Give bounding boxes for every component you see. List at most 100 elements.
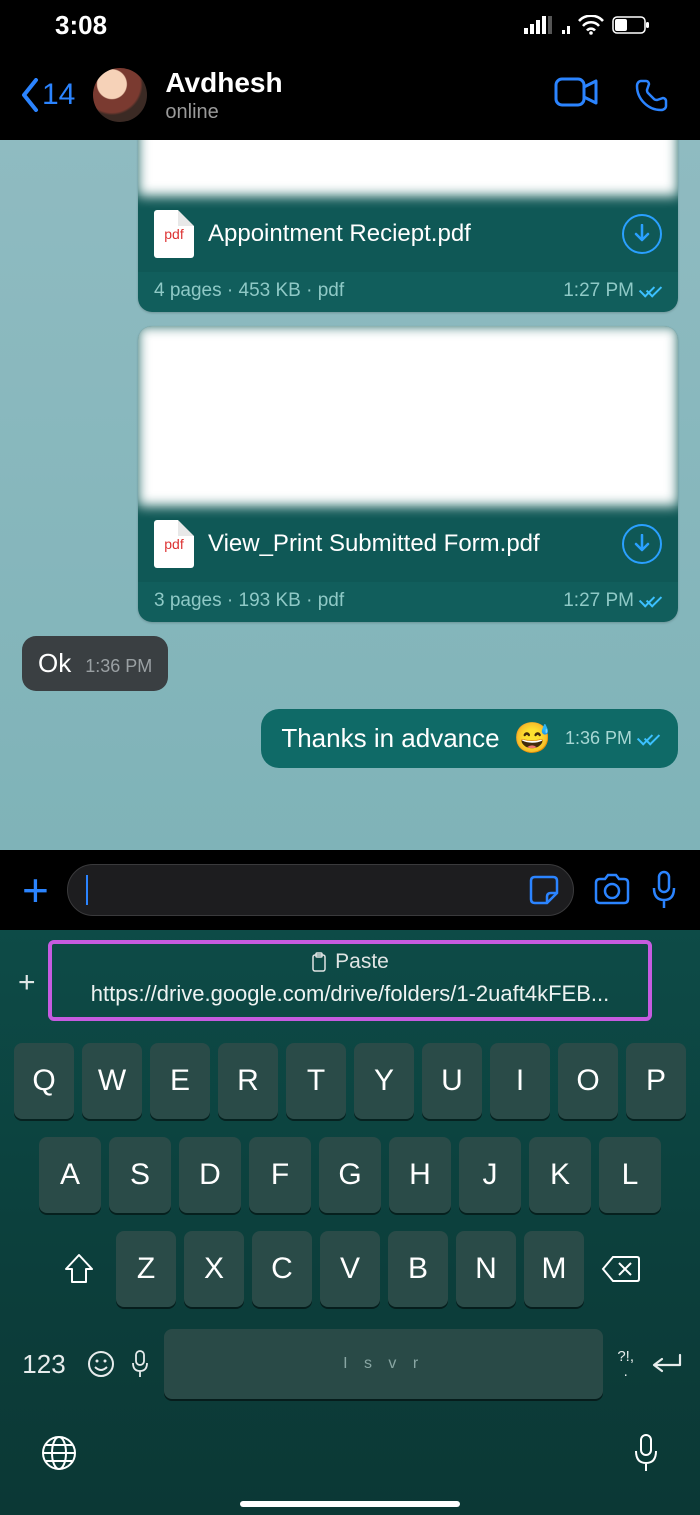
cellular-bars-icon: [524, 16, 554, 34]
download-button[interactable]: [622, 214, 662, 254]
punctuation-key[interactable]: ?!, .: [617, 1349, 634, 1379]
pdf-icon: pdf: [154, 520, 194, 568]
message-time: 1:27 PM: [563, 280, 634, 302]
document-preview: [138, 326, 678, 506]
key-b[interactable]: B: [388, 1231, 448, 1307]
sticker-button[interactable]: [527, 873, 561, 907]
clipboard-icon: [311, 952, 327, 972]
status-time: 3:08: [55, 10, 107, 41]
key-l[interactable]: L: [599, 1137, 661, 1213]
key-z[interactable]: Z: [116, 1231, 176, 1307]
dictation-key[interactable]: [130, 1349, 150, 1379]
key-x[interactable]: X: [184, 1231, 244, 1307]
emoji: 😅: [514, 721, 551, 756]
mic-small-icon: [130, 1349, 150, 1379]
document-preview: [138, 140, 678, 196]
key-o[interactable]: O: [558, 1043, 618, 1119]
back-button[interactable]: 14: [20, 78, 75, 112]
key-k[interactable]: K: [529, 1137, 591, 1213]
emoji-key[interactable]: [86, 1349, 116, 1379]
shift-key[interactable]: [50, 1231, 108, 1307]
numbers-key[interactable]: 123: [16, 1349, 72, 1380]
message-text: Thanks in advance: [281, 723, 499, 754]
message-time: 1:36 PM: [85, 656, 152, 677]
key-f[interactable]: F: [249, 1137, 311, 1213]
outgoing-message[interactable]: Thanks in advance 😅 1:36 PM: [261, 709, 678, 768]
chat-header: 14 Avdhesh online: [0, 50, 700, 140]
document-message[interactable]: pdf View_Print Submitted Form.pdf 3 page…: [138, 326, 678, 622]
key-n[interactable]: N: [456, 1231, 516, 1307]
globe-key[interactable]: [40, 1433, 78, 1473]
document-filename: View_Print Submitted Form.pdf: [208, 529, 608, 559]
video-call-icon[interactable]: [554, 77, 598, 107]
camera-button[interactable]: [592, 873, 632, 907]
paste-url: https://drive.google.com/drive/folders/1…: [60, 981, 640, 1007]
space-key[interactable]: I s v r: [164, 1329, 603, 1399]
globe-icon: [40, 1434, 78, 1472]
paste-suggestion[interactable]: Paste https://drive.google.com/drive/fol…: [48, 940, 652, 1021]
message-time: 1:36 PM: [565, 728, 632, 749]
key-q[interactable]: Q: [14, 1043, 74, 1119]
message-input[interactable]: [67, 864, 574, 916]
return-icon: [648, 1351, 684, 1377]
key-i[interactable]: I: [490, 1043, 550, 1119]
keyboard-row-sys: [40, 1433, 660, 1473]
mic-system-icon: [632, 1433, 660, 1473]
attach-button[interactable]: +: [22, 863, 49, 917]
microphone-icon: [650, 870, 678, 910]
keyboard-row-1: Q W E R T Y U I O P: [10, 1043, 690, 1119]
download-arrow-icon: [633, 534, 651, 554]
keyboard-row-2: A S D F G H J K L: [10, 1137, 690, 1213]
status-icons: [524, 15, 650, 35]
keyboard-plus-button[interactable]: +: [18, 966, 36, 1000]
phone-call-icon[interactable]: [634, 77, 670, 113]
text-cursor: [86, 875, 88, 905]
contact-status: online: [165, 101, 554, 124]
backspace-icon: [601, 1254, 641, 1284]
incoming-message[interactable]: Ok 1:36 PM: [22, 636, 168, 691]
return-key[interactable]: [648, 1351, 684, 1377]
document-meta: 4 pages · 453 KB · pdf 1:27 PM: [138, 272, 678, 312]
key-y[interactable]: Y: [354, 1043, 414, 1119]
key-t[interactable]: T: [286, 1043, 346, 1119]
key-j[interactable]: J: [459, 1137, 521, 1213]
avatar[interactable]: [93, 68, 147, 122]
keyboard-row-3: Z X C V B N M: [10, 1231, 690, 1307]
document-message[interactable]: pdf Appointment Reciept.pdf 4 pages · 45…: [138, 140, 678, 312]
contact-info[interactable]: Avdhesh online: [165, 67, 554, 124]
chat-area[interactable]: pdf Appointment Reciept.pdf 4 pages · 45…: [0, 140, 700, 850]
read-ticks-icon: [640, 594, 662, 608]
key-g[interactable]: G: [319, 1137, 381, 1213]
contact-name: Avdhesh: [165, 67, 554, 99]
key-w[interactable]: W: [82, 1043, 142, 1119]
document-filename: Appointment Reciept.pdf: [208, 219, 608, 249]
key-u[interactable]: U: [422, 1043, 482, 1119]
key-r[interactable]: R: [218, 1043, 278, 1119]
key-c[interactable]: C: [252, 1231, 312, 1307]
key-d[interactable]: D: [179, 1137, 241, 1213]
backspace-key[interactable]: [592, 1231, 650, 1307]
battery-icon: [612, 16, 650, 34]
download-arrow-icon: [633, 224, 651, 244]
pdf-icon: pdf: [154, 210, 194, 258]
key-s[interactable]: S: [109, 1137, 171, 1213]
key-a[interactable]: A: [39, 1137, 101, 1213]
voice-message-button[interactable]: [650, 870, 678, 910]
signal-icon: [562, 16, 570, 34]
document-meta: 3 pages · 193 KB · pdf 1:27 PM: [138, 582, 678, 622]
message-input-row: +: [0, 850, 700, 930]
status-bar: 3:08: [0, 0, 700, 50]
key-e[interactable]: E: [150, 1043, 210, 1119]
dictation-system-key[interactable]: [632, 1433, 660, 1473]
key-m[interactable]: M: [524, 1231, 584, 1307]
key-v[interactable]: V: [320, 1231, 380, 1307]
key-h[interactable]: H: [389, 1137, 451, 1213]
home-indicator[interactable]: [240, 1501, 460, 1507]
keyboard: + Paste https://drive.google.com/drive/f…: [0, 930, 700, 1515]
sticker-icon: [527, 873, 561, 907]
key-p[interactable]: P: [626, 1043, 686, 1119]
wifi-icon: [578, 15, 604, 35]
download-button[interactable]: [622, 524, 662, 564]
paste-label: Paste: [335, 950, 389, 974]
back-count: 14: [42, 78, 75, 112]
